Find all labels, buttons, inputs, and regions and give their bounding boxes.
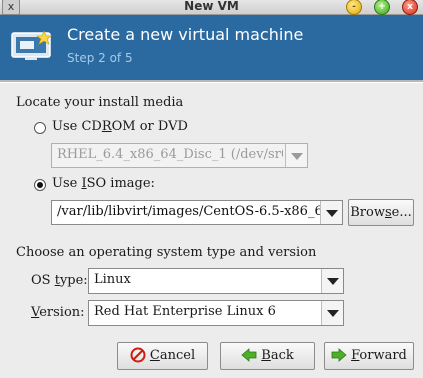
- os-version-value: Red Hat Enterprise Linux 6: [94, 304, 276, 319]
- forward-button[interactable]: Forward: [324, 342, 414, 370]
- wizard-title: Create a new virtual machine: [67, 25, 304, 44]
- cdrom-device-select: RHEL_6.4_x86_64_Disc_1 (/dev/sr0): [51, 143, 308, 168]
- cdrom-device-value: RHEL_6.4_x86_64_Disc_1 (/dev/sr0): [57, 147, 283, 162]
- wizard-step: Step 2 of 5: [67, 51, 133, 65]
- install-media-section-label: Locate your install media: [16, 95, 184, 110]
- cancel-icon: [130, 347, 146, 362]
- os-version-select[interactable]: Red Hat Enterprise Linux 6: [88, 300, 344, 326]
- iso-radio-label[interactable]: Use ISO image:: [52, 176, 155, 191]
- forward-arrow-icon: [331, 347, 347, 362]
- chevron-down-icon[interactable]: [321, 301, 343, 325]
- window-titlebar: New VM x - + x: [0, 0, 423, 15]
- window-menu-close-icon[interactable]: x: [2, 0, 20, 15]
- os-section-label: Choose an operating system type and vers…: [16, 245, 317, 260]
- os-version-label: Version:: [31, 305, 85, 320]
- os-type-value: Linux: [94, 272, 131, 287]
- back-arrow-icon: [241, 347, 257, 362]
- iso-radio[interactable]: [34, 179, 46, 191]
- browse-button[interactable]: Browse...: [348, 199, 414, 226]
- cdrom-radio[interactable]: [34, 122, 46, 134]
- cdrom-radio-label[interactable]: Use CDROM or DVD: [52, 119, 188, 134]
- virtual-machine-icon: [11, 30, 52, 60]
- chevron-down-icon: [285, 144, 307, 167]
- header-divider: [0, 80, 423, 83]
- wizard-header: Create a new virtual machine Step 2 of 5: [0, 15, 423, 80]
- os-type-label: OS type:: [31, 273, 88, 288]
- chevron-down-icon[interactable]: [320, 201, 342, 224]
- cancel-button[interactable]: Cancel: [117, 342, 208, 370]
- back-button[interactable]: Back: [220, 342, 315, 370]
- os-type-select[interactable]: Linux: [88, 268, 344, 294]
- iso-path-combo[interactable]: /var/lib/libvirt/images/CentOS-6.5-x86_6…: [51, 200, 343, 225]
- iso-path-input[interactable]: /var/lib/libvirt/images/CentOS-6.5-x86_6…: [57, 204, 321, 219]
- chevron-down-icon[interactable]: [321, 269, 343, 293]
